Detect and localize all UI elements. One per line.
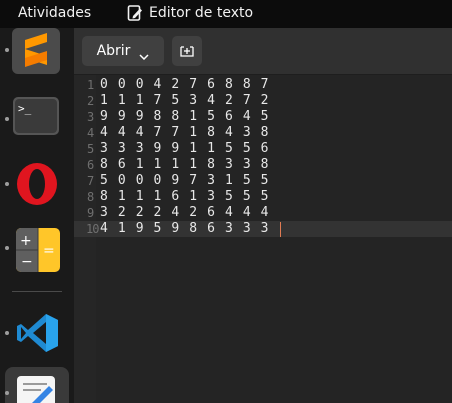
line-text: 9 9 9 8 8 1 5 6 4 5	[100, 109, 270, 124]
line-text: 8 1 1 1 6 1 3 5 5 5	[100, 189, 270, 204]
dock-separator	[12, 291, 62, 292]
line-text: 3 3 3 9 9 1 1 5 5 6	[100, 141, 270, 156]
dock-item-terminal[interactable]: >_	[0, 94, 74, 142]
line-number: 4	[87, 126, 95, 140]
svg-text:>_: >_	[18, 102, 32, 115]
text-line[interactable]: 6 8 6 1 1 1 1 8 3 3 8	[74, 157, 452, 173]
running-indicator	[5, 117, 9, 121]
text-editor-icon	[127, 4, 143, 22]
open-button-label: Abrir	[96, 43, 131, 59]
text-line[interactable]: 7 5 0 0 0 9 7 3 1 5 5	[74, 173, 452, 189]
line-text: 4 1 9 5 9 8 6 3 3 3	[100, 221, 270, 236]
activities-button[interactable]: Atividades	[18, 5, 91, 21]
svg-text:−: −	[21, 254, 33, 270]
sublime-text-icon	[12, 28, 60, 80]
text-line[interactable]: 8 8 1 1 1 6 1 3 5 5 5	[74, 189, 452, 205]
text-editor-icon	[17, 376, 57, 403]
text-line[interactable]: 4 4 4 4 7 7 1 8 4 3 8	[74, 125, 452, 141]
text-line[interactable]: 9 3 2 2 2 4 2 6 4 4 4	[74, 205, 452, 221]
line-text: 1 1 1 7 5 3 4 2 7 2	[100, 93, 270, 108]
line-text: 0 0 0 4 2 7 6 8 8 7	[100, 77, 270, 92]
header-bar: Abrir	[74, 28, 452, 75]
svg-text:+: +	[20, 233, 32, 249]
dock-item-vscode[interactable]	[0, 308, 74, 358]
open-button[interactable]: Abrir	[82, 36, 164, 66]
desktop: Atividades Editor de texto >_ + − = Abri…	[0, 0, 452, 403]
text-editor-window: Abrir 1 0 0 0 4 2 7 6 8 8 7 2 1 1 1 7 5 …	[74, 28, 452, 403]
line-number: 10	[86, 222, 99, 236]
line-number: 5	[87, 142, 95, 156]
running-indicator	[5, 246, 9, 250]
calculator-icon: + − =	[16, 228, 60, 276]
line-text: 5 0 0 0 9 7 3 1 5 5	[100, 173, 270, 188]
running-indicator	[5, 48, 9, 52]
dock-item-text-editor[interactable]	[0, 367, 74, 403]
new-tab-button[interactable]	[172, 36, 202, 66]
dock-item-opera[interactable]	[0, 156, 74, 212]
text-line[interactable]: 5 3 3 3 9 9 1 1 5 5 6	[74, 141, 452, 157]
text-line[interactable]: 3 9 9 9 8 8 1 5 6 4 5	[74, 109, 452, 125]
line-number: 3	[87, 110, 95, 124]
line-text: 3 2 2 2 4 2 6 4 4 4	[100, 205, 270, 220]
svg-text:=: =	[43, 243, 55, 259]
app-menu-label: Editor de texto	[149, 5, 254, 21]
text-view[interactable]: 1 0 0 0 4 2 7 6 8 8 7 2 1 1 1 7 5 3 4 2 …	[74, 75, 452, 403]
current-line[interactable]: 10 4 1 9 5 9 8 6 3 3 3	[74, 221, 452, 237]
text-line[interactable]: 1 0 0 0 4 2 7 6 8 8 7	[74, 77, 452, 93]
new-tab-icon	[180, 42, 194, 61]
line-number: 1	[87, 78, 95, 92]
line-number: 9	[87, 206, 95, 220]
text-line[interactable]: 2 1 1 1 7 5 3 4 2 7 2	[74, 93, 452, 109]
line-number: 7	[87, 174, 95, 188]
chevron-down-icon	[139, 48, 149, 61]
terminal-icon: >_	[13, 97, 61, 141]
line-text: 4 4 4 7 7 1 8 4 3 8	[100, 125, 270, 140]
app-menu[interactable]: Editor de texto	[127, 4, 253, 22]
line-number: 8	[87, 190, 95, 204]
dock-item-calculator[interactable]: + − =	[0, 224, 74, 274]
text-cursor	[280, 222, 281, 237]
running-indicator	[5, 182, 9, 186]
dock: >_ + − =	[0, 28, 74, 403]
line-text: 8 6 1 1 1 1 8 3 3 8	[100, 157, 270, 172]
running-indicator	[5, 391, 9, 395]
line-number: 6	[87, 158, 95, 172]
line-number: 2	[87, 94, 95, 108]
opera-icon	[15, 161, 61, 211]
top-bar: Atividades Editor de texto	[0, 0, 452, 28]
vscode-icon	[16, 312, 60, 358]
dock-item-sublime-text[interactable]	[0, 28, 74, 78]
running-indicator	[5, 331, 9, 335]
